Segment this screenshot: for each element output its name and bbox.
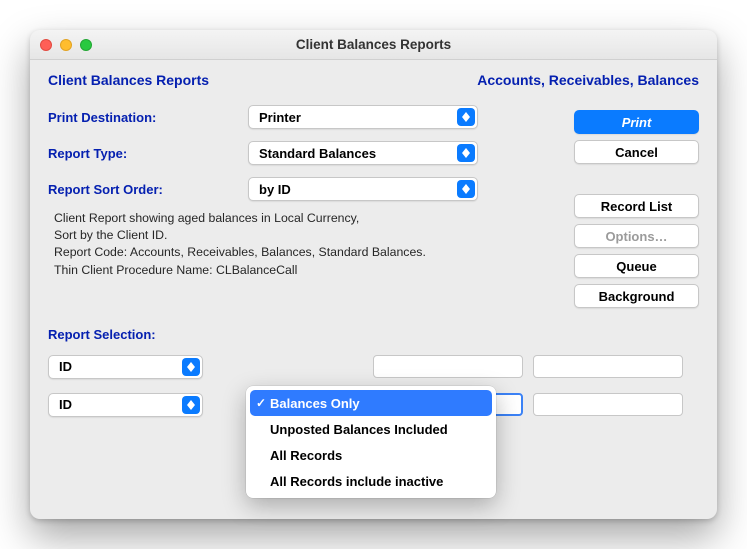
options-button: Options… — [574, 224, 699, 248]
report-selection-popup: Balances Only Unposted Balances Included… — [246, 386, 496, 498]
header-right: Accounts, Receivables, Balances — [477, 72, 699, 88]
desc-line: Report Code: Accounts, Receivables, Bala… — [54, 244, 484, 261]
filter1-field-value: ID — [59, 359, 72, 374]
dialog-window: Client Balances Reports Client Balances … — [30, 30, 717, 519]
filter2-field-select[interactable]: ID — [48, 393, 203, 417]
titlebar: Client Balances Reports — [30, 30, 717, 60]
header-row: Client Balances Reports Accounts, Receiv… — [48, 72, 699, 88]
button-column: Print Cancel Record List Options… Queue … — [574, 110, 699, 308]
content-area: Client Balances Reports Accounts, Receiv… — [30, 60, 717, 446]
label-report-selection: Report Selection: — [48, 327, 699, 342]
zoom-icon[interactable] — [80, 39, 92, 51]
close-icon[interactable] — [40, 39, 52, 51]
queue-button[interactable]: Queue — [574, 254, 699, 278]
chevron-updown-icon — [457, 180, 475, 198]
filter1-to-input[interactable] — [533, 355, 683, 378]
window-title: Client Balances Reports — [30, 37, 717, 52]
traffic-lights — [40, 39, 92, 51]
chevron-updown-icon — [457, 144, 475, 162]
popup-item-balances-only[interactable]: Balances Only — [250, 390, 492, 416]
print-button[interactable]: Print — [574, 110, 699, 134]
label-print-destination: Print Destination: — [48, 110, 248, 125]
background-button[interactable]: Background — [574, 284, 699, 308]
sort-order-value: by ID — [259, 182, 291, 197]
label-sort-order: Report Sort Order: — [48, 182, 248, 197]
desc-line: Thin Client Procedure Name: CLBalanceCal… — [54, 262, 484, 279]
desc-line: Client Report showing aged balances in L… — [54, 210, 484, 227]
popup-item-all-records[interactable]: All Records — [246, 442, 496, 468]
minimize-icon[interactable] — [60, 39, 72, 51]
filter2-to-input[interactable] — [533, 393, 683, 416]
chevron-updown-icon — [182, 358, 200, 376]
description-block: Client Report showing aged balances in L… — [54, 210, 484, 279]
sort-order-select[interactable]: by ID — [248, 177, 478, 201]
print-destination-value: Printer — [259, 110, 301, 125]
desc-line: Sort by the Client ID. — [54, 227, 484, 244]
popup-item-all-records-inactive[interactable]: All Records include inactive — [246, 468, 496, 494]
chevron-updown-icon — [182, 396, 200, 414]
report-type-value: Standard Balances — [259, 146, 376, 161]
chevron-updown-icon — [457, 108, 475, 126]
report-type-select[interactable]: Standard Balances — [248, 141, 478, 165]
popup-item-unposted-included[interactable]: Unposted Balances Included — [246, 416, 496, 442]
filter1-field-select[interactable]: ID — [48, 355, 203, 379]
header-left: Client Balances Reports — [48, 72, 209, 88]
print-destination-select[interactable]: Printer — [248, 105, 478, 129]
label-report-type: Report Type: — [48, 146, 248, 161]
filter2-field-value: ID — [59, 397, 72, 412]
filter1-from-input[interactable] — [373, 355, 523, 378]
record-list-button[interactable]: Record List — [574, 194, 699, 218]
cancel-button[interactable]: Cancel — [574, 140, 699, 164]
